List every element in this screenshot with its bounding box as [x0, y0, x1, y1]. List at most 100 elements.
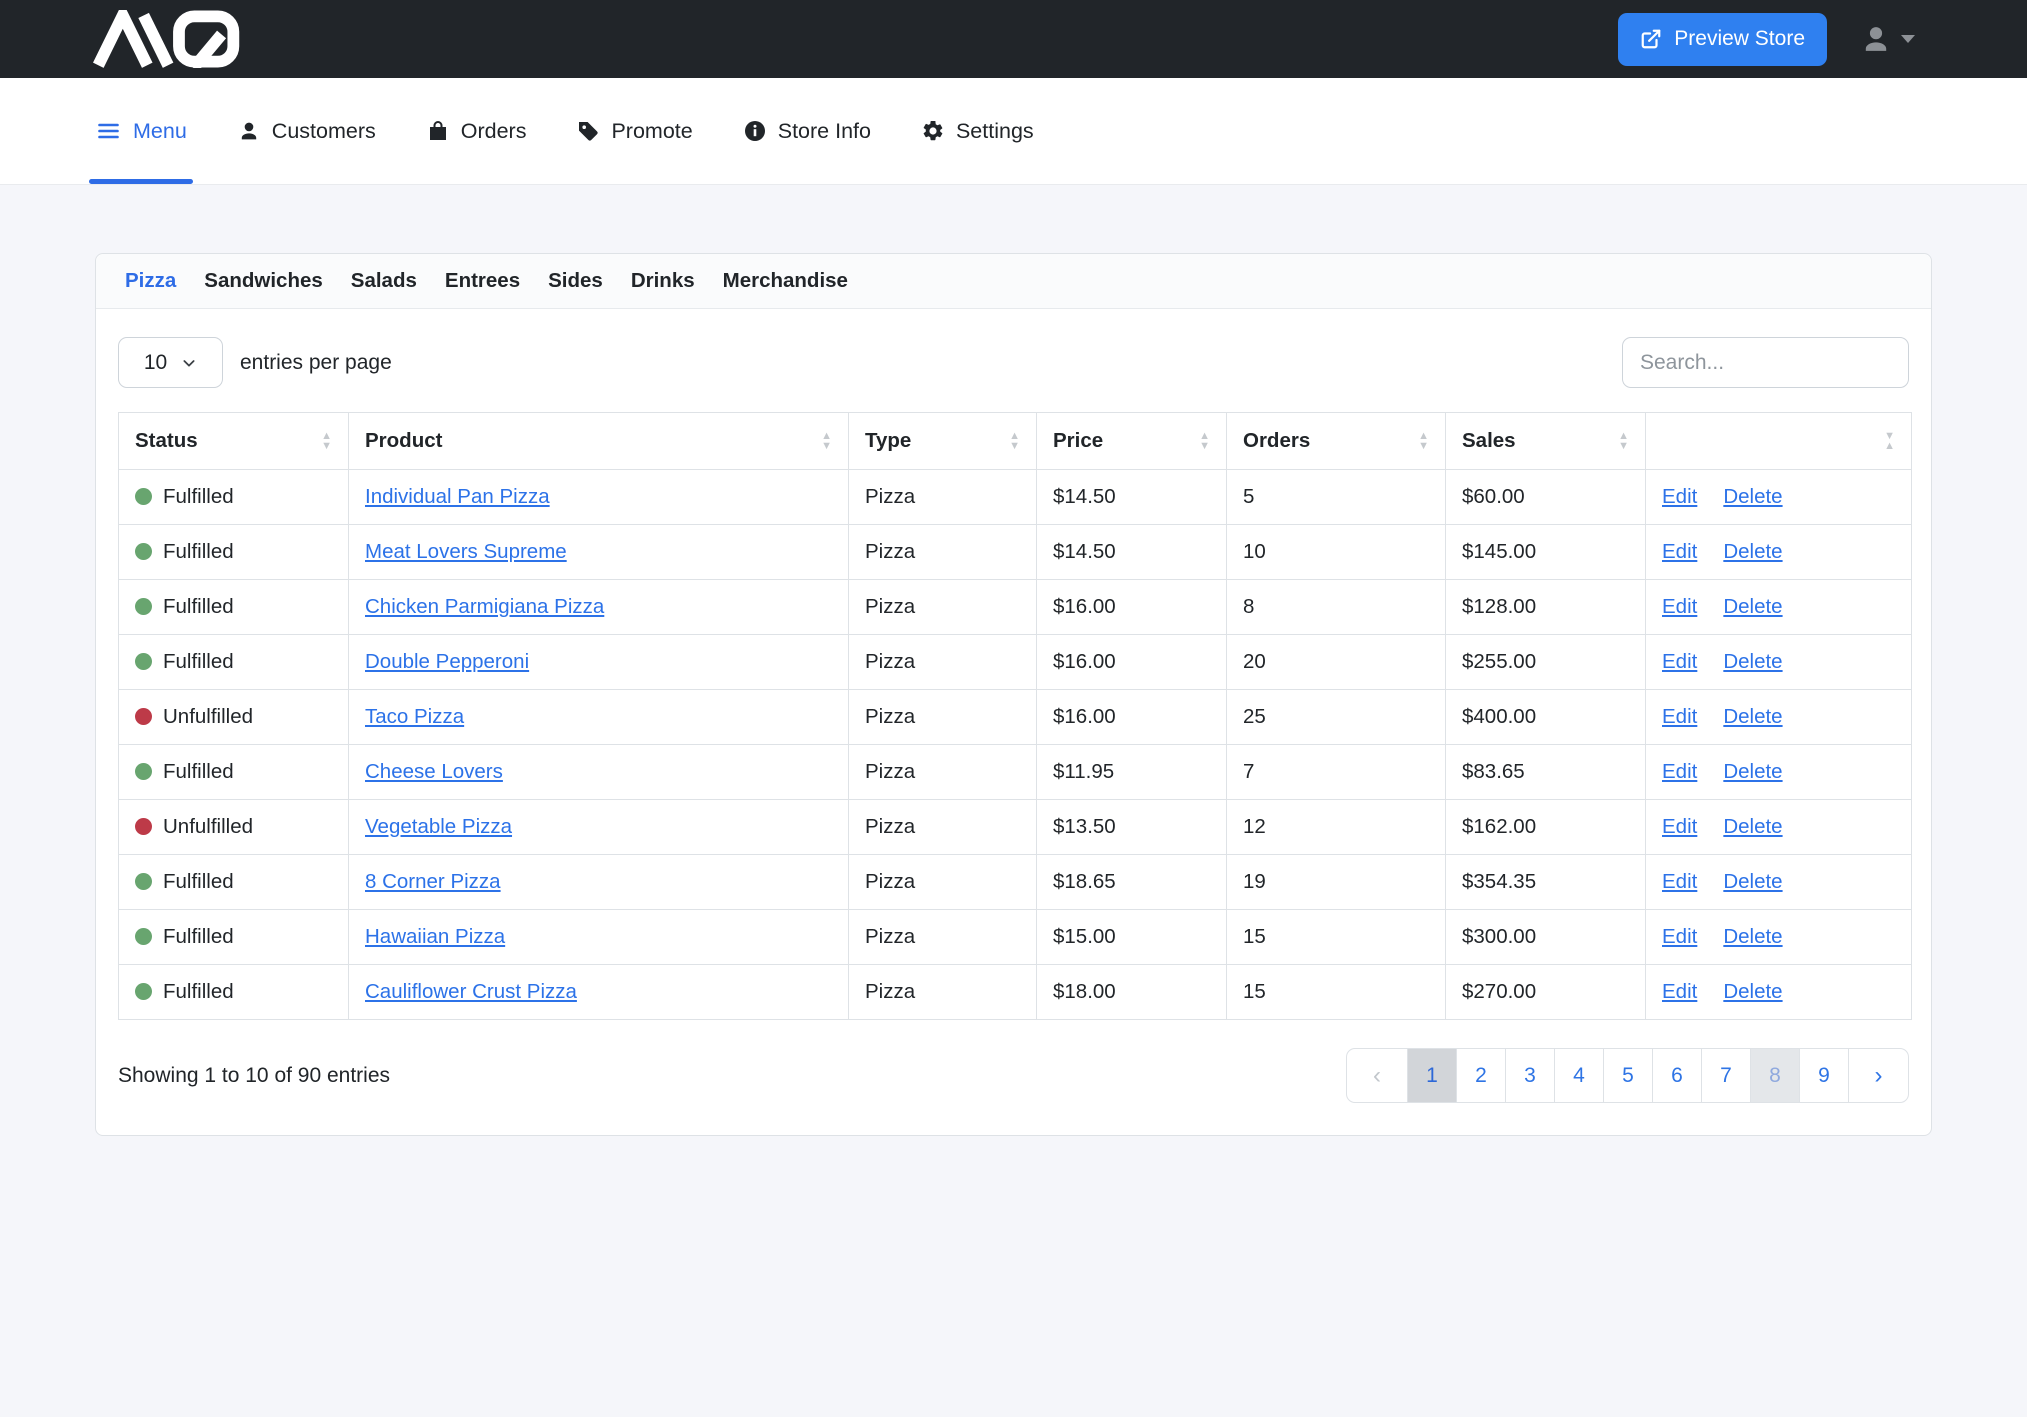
status-cell: Fulfilled: [119, 745, 349, 800]
pagination-page-6[interactable]: 6: [1652, 1049, 1701, 1102]
pagination-prev-button[interactable]: ‹: [1347, 1049, 1407, 1102]
sales-cell: $83.65: [1446, 745, 1646, 800]
pagination-page-7[interactable]: 7: [1701, 1049, 1750, 1102]
sort-arrows-icon[interactable]: ▲▼: [321, 431, 332, 451]
orders-cell: 5: [1227, 470, 1446, 525]
delete-link[interactable]: Delete: [1723, 485, 1782, 508]
page-size-select[interactable]: 10: [118, 337, 223, 388]
edit-link[interactable]: Edit: [1662, 925, 1697, 948]
column-header-product[interactable]: Product▲▼: [349, 413, 849, 470]
main-navigation: Menu Customers Orders Promote Store Info…: [0, 78, 2027, 185]
product-link[interactable]: Taco Pizza: [365, 705, 464, 728]
product-link[interactable]: Double Pepperoni: [365, 650, 529, 673]
edit-link[interactable]: Edit: [1662, 650, 1697, 673]
tab-drinks[interactable]: Drinks: [631, 269, 695, 293]
product-link[interactable]: 8 Corner Pizza: [365, 870, 501, 893]
edit-link[interactable]: Edit: [1662, 815, 1697, 838]
price-cell: $11.95: [1037, 745, 1227, 800]
search-input[interactable]: [1622, 337, 1909, 388]
preview-store-button[interactable]: Preview Store: [1618, 13, 1827, 66]
products-table: Status▲▼Product▲▼Type▲▼Price▲▼Orders▲▼Sa…: [118, 412, 1912, 1020]
edit-link[interactable]: Edit: [1662, 705, 1697, 728]
type-cell: Pizza: [849, 965, 1037, 1020]
price-cell: $14.50: [1037, 470, 1227, 525]
status-dot-icon: [135, 763, 152, 780]
pagination-page-9[interactable]: 9: [1799, 1049, 1848, 1102]
product-cell: Taco Pizza: [349, 690, 849, 745]
tab-sandwiches[interactable]: Sandwiches: [204, 269, 323, 293]
nav-item-settings[interactable]: Settings: [921, 78, 1034, 184]
edit-link[interactable]: Edit: [1662, 485, 1697, 508]
nav-item-orders[interactable]: Orders: [426, 78, 527, 184]
nav-item-menu[interactable]: Menu: [95, 78, 187, 184]
delete-link[interactable]: Delete: [1723, 925, 1782, 948]
product-link[interactable]: Individual Pan Pizza: [365, 485, 550, 508]
sort-arrows-icon[interactable]: ▲▼: [1199, 431, 1210, 451]
delete-link[interactable]: Delete: [1723, 815, 1782, 838]
product-link[interactable]: Vegetable Pizza: [365, 815, 512, 838]
nav-item-store-info[interactable]: Store Info: [743, 78, 871, 184]
sort-arrows-icon[interactable]: ▼▲: [1884, 431, 1895, 451]
delete-link[interactable]: Delete: [1723, 650, 1782, 673]
delete-link[interactable]: Delete: [1723, 980, 1782, 1003]
tab-salads[interactable]: Salads: [351, 269, 417, 293]
tab-entrees[interactable]: Entrees: [445, 269, 520, 293]
sales-cell: $145.00: [1446, 525, 1646, 580]
sales-cell: $162.00: [1446, 800, 1646, 855]
pagination-page-4[interactable]: 4: [1554, 1049, 1603, 1102]
delete-link[interactable]: Delete: [1723, 705, 1782, 728]
table-row: Fulfilled Meat Lovers Supreme Pizza $14.…: [119, 525, 1912, 580]
orders-cell: 19: [1227, 855, 1446, 910]
column-header-price[interactable]: Price ▲▼: [1037, 413, 1227, 470]
price-cell: $16.00: [1037, 635, 1227, 690]
nav-item-promote[interactable]: Promote: [576, 78, 692, 184]
user-account-menu[interactable]: [1859, 22, 1915, 56]
product-link[interactable]: Hawaiian Pizza: [365, 925, 505, 948]
tab-sides[interactable]: Sides: [548, 269, 603, 293]
pagination-page-5[interactable]: 5: [1603, 1049, 1652, 1102]
table-header-row: Status▲▼Product▲▼Type▲▼Price▲▼Orders▲▼Sa…: [119, 413, 1912, 470]
edit-link[interactable]: Edit: [1662, 595, 1697, 618]
tab-pizza[interactable]: Pizza: [125, 269, 176, 293]
column-header-type[interactable]: Type▲▼: [849, 413, 1037, 470]
delete-link[interactable]: Delete: [1723, 760, 1782, 783]
product-link[interactable]: Cauliflower Crust Pizza: [365, 980, 577, 1003]
delete-link[interactable]: Delete: [1723, 595, 1782, 618]
status-dot-icon: [135, 873, 152, 890]
entries-per-page-label: entries per page: [240, 351, 392, 375]
sort-arrows-icon[interactable]: ▲▼: [821, 431, 832, 451]
pagination-page-2[interactable]: 2: [1456, 1049, 1505, 1102]
product-link[interactable]: Meat Lovers Supreme: [365, 540, 567, 563]
column-header-sales[interactable]: Sales▲▼: [1446, 413, 1646, 470]
edit-link[interactable]: Edit: [1662, 870, 1697, 893]
edit-link[interactable]: Edit: [1662, 980, 1697, 1003]
actions-cell: Edit Delete: [1646, 800, 1912, 855]
sort-arrows-icon[interactable]: ▲▼: [1009, 431, 1020, 451]
pagination-page-3[interactable]: 3: [1505, 1049, 1554, 1102]
column-label: Price: [1053, 429, 1103, 453]
column-header-status[interactable]: Status▲▼: [119, 413, 349, 470]
delete-link[interactable]: Delete: [1723, 540, 1782, 563]
edit-link[interactable]: Edit: [1662, 760, 1697, 783]
page-size-value: 10: [144, 351, 167, 375]
edit-link[interactable]: Edit: [1662, 540, 1697, 563]
actions-cell: Edit Delete: [1646, 635, 1912, 690]
product-link[interactable]: Chicken Parmigiana Pizza: [365, 595, 604, 618]
nav-item-customers[interactable]: Customers: [237, 78, 376, 184]
table-row: Unfulfilled Taco Pizza Pizza $16.00 25 $…: [119, 690, 1912, 745]
tag-icon: [576, 119, 600, 143]
product-link[interactable]: Cheese Lovers: [365, 760, 503, 783]
status-cell: Fulfilled: [119, 635, 349, 690]
orders-cell: 10: [1227, 525, 1446, 580]
delete-link[interactable]: Delete: [1723, 870, 1782, 893]
sort-arrows-icon[interactable]: ▲▼: [1618, 431, 1629, 451]
type-cell: Pizza: [849, 800, 1037, 855]
sort-arrows-icon[interactable]: ▲▼: [1418, 431, 1429, 451]
table-row: Unfulfilled Vegetable Pizza Pizza $13.50…: [119, 800, 1912, 855]
pagination-next-button[interactable]: ›: [1848, 1049, 1908, 1102]
column-header-orders[interactable]: Orders▲▼: [1227, 413, 1446, 470]
tab-merchandise[interactable]: Merchandise: [723, 269, 848, 293]
pagination-page-1[interactable]: 1: [1407, 1049, 1456, 1102]
pagination-page-8[interactable]: 8: [1750, 1049, 1799, 1102]
column-header-actions[interactable]: ▼▲: [1646, 413, 1912, 470]
